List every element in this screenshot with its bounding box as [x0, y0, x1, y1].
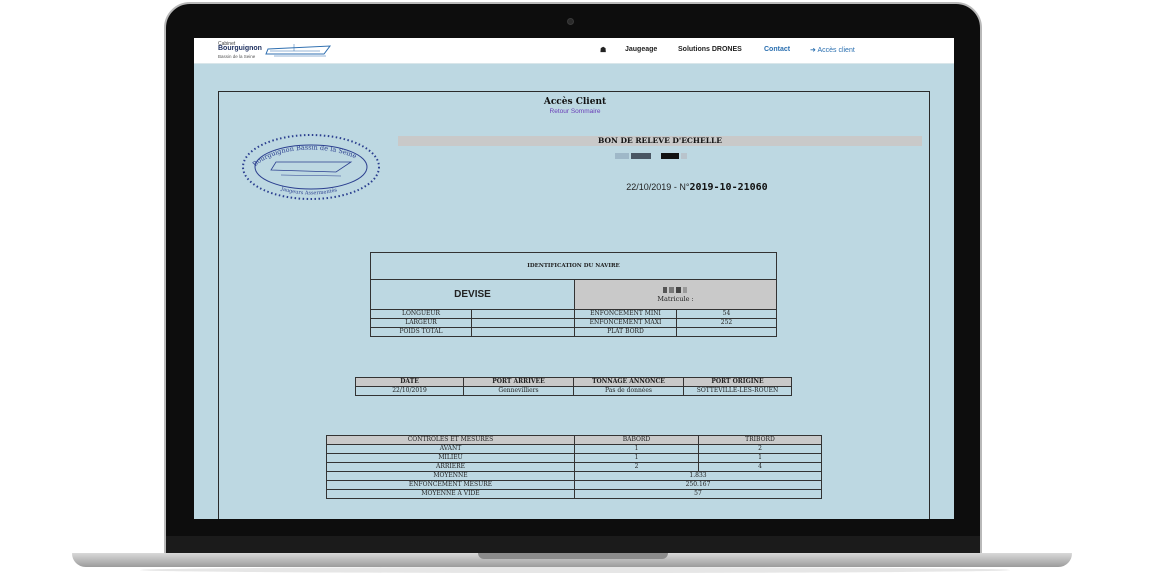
col-header-date: DATE: [355, 377, 464, 387]
page-title: Accès Client: [543, 97, 607, 107]
logo-line-2: Bourguignon: [218, 45, 262, 52]
row-value-2: 54: [676, 309, 777, 319]
identification-header: IDENTIFICATION DU NAVIRE: [370, 252, 777, 280]
table-row: ARRIERE 2 4: [326, 462, 822, 472]
sign-in-icon: ➜: [810, 47, 816, 54]
col-header-tribord: TRIBORD: [698, 435, 822, 445]
nav-contact[interactable]: Contact: [764, 46, 790, 53]
nav-acces-client-label: Accès client: [817, 47, 855, 54]
report-page: Accès Client Retour Sommaire Bourguignon…: [218, 91, 930, 519]
measure-babord: 1: [574, 453, 699, 463]
row-label: POIDS TOTAL: [370, 327, 472, 337]
row-label: LONGUEUR: [370, 309, 472, 319]
moyenne-label: MOYENNE: [326, 471, 575, 481]
cell-port-origine: SOTTEVILLE-LES-ROUEN: [683, 386, 792, 396]
measures-table: CONTROLES ET MESURES BABORD TRIBORD AVAN…: [326, 435, 822, 499]
col-header-controles: CONTROLES ET MESURES: [326, 435, 575, 445]
cell-tonnage: Pas de données: [573, 386, 684, 396]
barge-logo-icon: [265, 44, 332, 57]
col-header-babord: BABORD: [574, 435, 699, 445]
enfoncement-value: 250.167: [574, 480, 822, 490]
nav-acces-client[interactable]: ➜ Accès client: [810, 46, 855, 54]
document-title: BON DE RELEVE D'ECHELLE: [598, 136, 722, 145]
measure-babord: 2: [574, 462, 699, 472]
measure-tribord: 4: [698, 462, 822, 472]
cell-date: 22/10/2019: [355, 386, 464, 396]
table-row: MOYENNE A VIDE 57: [326, 489, 822, 499]
number-prefix: - N°: [673, 182, 690, 192]
row-label-2: ENFONCEMENT MAXI: [574, 318, 677, 328]
measure-label: AVANT: [326, 444, 575, 454]
measure-tribord: 2: [698, 444, 822, 454]
redacted-matricule: [662, 286, 687, 293]
laptop-mockup: Cabinet Bourguignon Bassin de la Seine ☗…: [0, 0, 1150, 585]
row-value: [471, 318, 575, 328]
table-row: ENFONCEMENT MESURE 250.167: [326, 480, 822, 490]
col-header-tonnage: TONNAGE ANNONCE: [573, 377, 684, 387]
redacted-info: [615, 153, 687, 159]
camera: [567, 18, 574, 25]
browser-screen: Cabinet Bourguignon Bassin de la Seine ☗…: [194, 38, 954, 519]
enfoncement-label: ENFONCEMENT MESURE: [326, 480, 575, 490]
col-header-port-arrivee: PORT ARRIVEE: [463, 377, 574, 387]
matricule-label: Matricule :: [657, 294, 694, 303]
nav-solutions-drones[interactable]: Solutions DRONES: [678, 46, 742, 53]
document-number: 2019-10-21060: [689, 182, 768, 193]
row-value-2: 252: [676, 318, 777, 328]
voyage-table: DATE PORT ARRIVEE TONNAGE ANNONCE PORT O…: [355, 377, 792, 396]
row-label: LARGEUR: [370, 318, 472, 328]
row-label-2: ENFONCEMENT MINI: [574, 309, 677, 319]
ship-identification-table: IDENTIFICATION DU NAVIRE DEVISE Matricul…: [370, 252, 777, 337]
row-value: [471, 327, 575, 337]
col-header-port-origine: PORT ORIGINE: [683, 377, 792, 387]
moyenne-vide-label: MOYENNE A VIDE: [326, 489, 575, 499]
table-row: MILIEU 1 1: [326, 453, 822, 463]
site-header: Cabinet Bourguignon Bassin de la Seine ☗…: [194, 38, 954, 64]
home-icon[interactable]: ☗: [600, 46, 606, 54]
moyenne-vide-value: 57: [574, 489, 822, 499]
logo-line-3: Bassin de la Seine: [218, 54, 256, 59]
document-date-number: 22/10/2019 - N°2019-10-21060: [219, 182, 931, 193]
site-logo[interactable]: Cabinet Bourguignon Bassin de la Seine: [218, 41, 338, 61]
row-value: [471, 309, 575, 319]
measure-label: MILIEU: [326, 453, 575, 463]
back-link[interactable]: Retour Sommaire: [219, 108, 931, 115]
row-label-2: PLAT BORD: [574, 327, 677, 337]
nav-jaugeage[interactable]: Jaugeage: [625, 46, 657, 53]
measure-tribord: 1: [698, 453, 822, 463]
table-row: MOYENNE 1.833: [326, 471, 822, 481]
document-date: 22/10/2019: [626, 182, 672, 192]
laptop-shadow: [140, 567, 1010, 573]
matricule-cell: Matricule :: [574, 279, 777, 310]
stamp-top-text: Bourguignon Bassin de la Seine: [251, 144, 358, 169]
ship-name: DEVISE: [370, 279, 575, 310]
moyenne-value: 1.833: [574, 471, 822, 481]
measure-label: ARRIERE: [326, 462, 575, 472]
laptop-notch: [478, 553, 668, 559]
cell-port-arrivee: Gennevilliers: [463, 386, 574, 396]
table-row: AVANT 1 2: [326, 444, 822, 454]
row-value-2: [676, 327, 777, 337]
measure-babord: 1: [574, 444, 699, 454]
